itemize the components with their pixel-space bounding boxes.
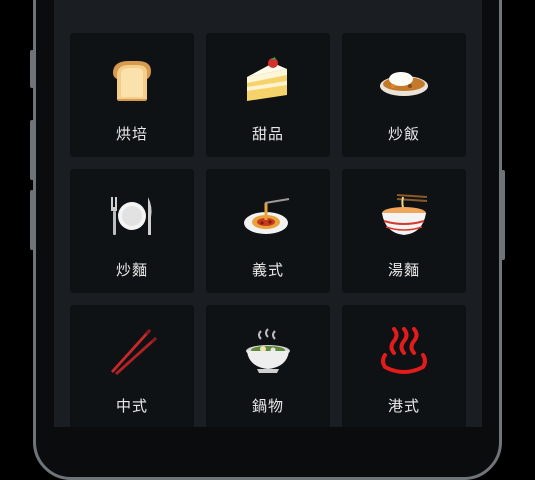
category-tile-fried-rice[interactable]: 炒飯 [342,33,466,157]
category-label: 港式 [387,397,420,415]
category-tile-fried-noodles[interactable]: 炒麵 [70,169,194,293]
category-label: 烘培 [115,125,148,143]
noodle-soup-icon [382,194,428,235]
spaghetti-icon [244,198,290,234]
category-tile-dessert[interactable]: 甜品 [206,33,330,157]
hot-pot-icon [246,328,290,373]
phone-side-button [30,190,34,250]
category-label: 甜品 [251,125,284,143]
plate-fork-knife-icon [111,197,152,235]
category-tile-chinese[interactable]: 中式 [70,305,194,427]
category-tile-bakery[interactable]: 烘培 [70,33,194,157]
category-tile-hot-pot[interactable]: 鍋物 [206,305,330,427]
cake-icon [247,57,287,101]
category-label: 鍋物 [251,397,284,415]
phone-side-button [501,170,505,260]
chopsticks-icon [111,329,157,375]
category-label: 中式 [115,397,148,415]
curry-rice-icon [380,72,428,96]
category-label: 炒飯 [387,125,420,143]
category-grid: 烘培 甜品 炒飯 炒麵 義式 湯麵 中式 鍋物 港式 [70,33,466,427]
category-tile-noodle-soup[interactable]: 湯麵 [342,169,466,293]
phone-side-button [30,120,34,180]
category-tile-italian[interactable]: 義式 [206,169,330,293]
category-label: 義式 [251,261,284,279]
bread-icon [113,61,151,101]
category-label: 炒麵 [115,261,148,279]
category-label: 湯麵 [387,261,420,279]
category-tile-hong-kong[interactable]: 港式 [342,305,466,427]
app-screen: 烘培 甜品 炒飯 炒麵 義式 湯麵 中式 鍋物 港式 [54,0,482,427]
hot-springs-icon [381,327,427,374]
phone-side-button [30,50,34,88]
